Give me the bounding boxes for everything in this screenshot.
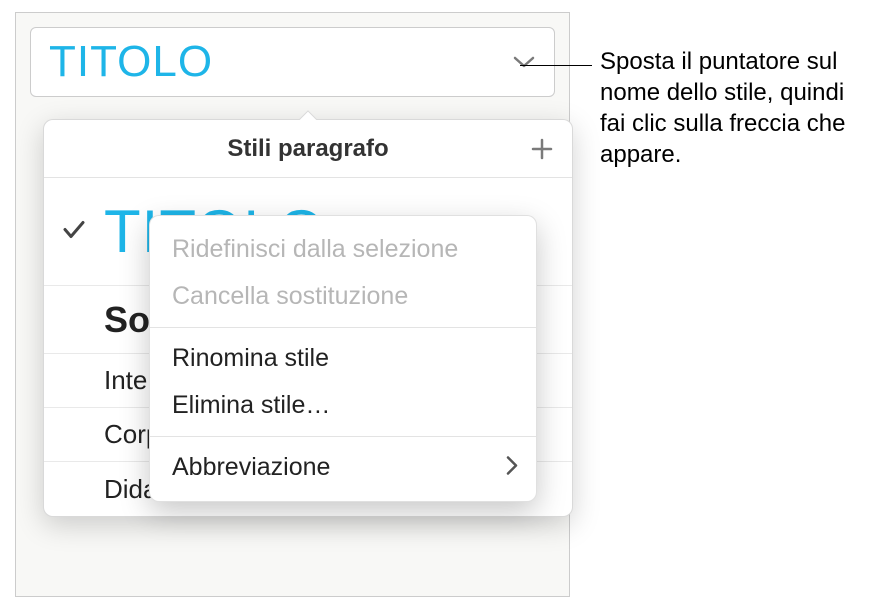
menu-clear-override: Cancella sostituzione — [150, 273, 536, 320]
menu-separator — [150, 327, 536, 328]
callout-leader-line — [520, 65, 592, 66]
menu-rename-style[interactable]: Rinomina stile — [150, 335, 536, 382]
menu-delete-style[interactable]: Elimina stile… — [150, 382, 536, 429]
menu-item-label: Rinomina stile — [172, 344, 329, 373]
style-item-label: Inte — [104, 365, 147, 396]
paragraph-style-selector[interactable]: Titolo — [30, 27, 555, 97]
popover-title: Stili paragrafo — [44, 120, 572, 178]
menu-abbreviation[interactable]: Abbreviazione — [150, 444, 536, 491]
menu-item-label: Ridefinisci dalla selezione — [172, 235, 458, 264]
popover-arrow — [297, 109, 319, 120]
selected-style-label: Titolo — [49, 37, 213, 87]
chevron-down-icon[interactable] — [506, 44, 542, 80]
menu-item-label: Elimina stile… — [172, 391, 330, 420]
chevron-right-icon — [506, 453, 518, 482]
menu-item-label: Abbreviazione — [172, 453, 330, 482]
style-context-menu: Ridefinisci dalla selezione Cancella sos… — [149, 215, 537, 502]
checkmark-icon — [62, 218, 86, 245]
callout-text: Sposta il puntatore sul nome dello stile… — [600, 46, 862, 170]
menu-separator — [150, 436, 536, 437]
panel: Titolo Stili paragrafo Titolo Sot In — [15, 12, 570, 597]
popover-title-label: Stili paragrafo — [227, 135, 388, 163]
add-style-button[interactable] — [526, 133, 558, 165]
menu-redefine-from-selection: Ridefinisci dalla selezione — [150, 226, 536, 273]
menu-item-label: Cancella sostituzione — [172, 282, 408, 311]
